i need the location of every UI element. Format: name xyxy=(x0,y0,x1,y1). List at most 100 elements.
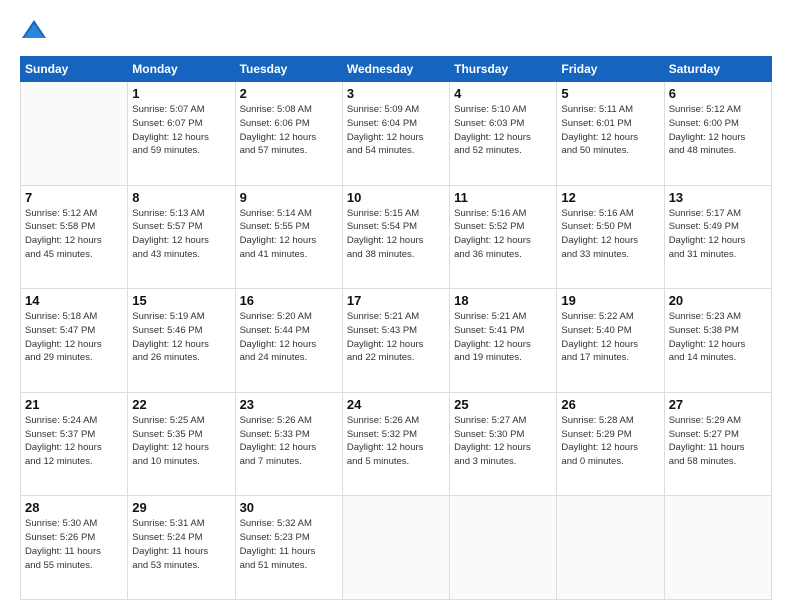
day-info: Sunrise: 5:21 AM Sunset: 5:43 PM Dayligh… xyxy=(347,310,445,365)
calendar-cell: 7 Sunrise: 5:12 AM Sunset: 5:58 PM Daylig… xyxy=(21,185,128,289)
calendar-cell: 13Sunrise: 5:17 AM Sunset: 5:49 PM Dayli… xyxy=(664,185,771,289)
calendar-cell xyxy=(664,496,771,600)
day-info: Sunrise: 5:07 AM Sunset: 6:07 PM Dayligh… xyxy=(132,103,230,158)
day-number: 19 xyxy=(561,293,659,308)
day-info: Sunrise: 5:16 AM Sunset: 5:50 PM Dayligh… xyxy=(561,207,659,262)
calendar-cell: 22Sunrise: 5:25 AM Sunset: 5:35 PM Dayli… xyxy=(128,392,235,496)
calendar-cell xyxy=(557,496,664,600)
day-number: 30 xyxy=(240,500,338,515)
calendar-cell: 4 Sunrise: 5:10 AM Sunset: 6:03 PM Daylig… xyxy=(450,82,557,186)
calendar-cell: 29 Sunrise: 5:31 AM Sunset: 5:24 PM Dayli… xyxy=(128,496,235,600)
day-number: 1 xyxy=(132,86,230,101)
day-number: 5 xyxy=(561,86,659,101)
page: SundayMondayTuesdayWednesdayThursdayFrid… xyxy=(0,0,792,612)
calendar-cell: 25 Sunrise: 5:27 AM Sunset: 5:30 PM Dayli… xyxy=(450,392,557,496)
day-number: 25 xyxy=(454,397,552,412)
day-number: 24 xyxy=(347,397,445,412)
day-info: Sunrise: 5:13 AM Sunset: 5:57 PM Dayligh… xyxy=(132,207,230,262)
day-number: 15 xyxy=(132,293,230,308)
day-info: Sunrise: 5:28 AM Sunset: 5:29 PM Dayligh… xyxy=(561,414,659,469)
logo xyxy=(20,18,52,46)
calendar-week-row: 28 Sunrise: 5:30 AM Sunset: 5:26 PM Dayli… xyxy=(21,496,772,600)
calendar-cell: 26 Sunrise: 5:28 AM Sunset: 5:29 PM Dayli… xyxy=(557,392,664,496)
calendar-cell: 14Sunrise: 5:18 AM Sunset: 5:47 PM Dayli… xyxy=(21,289,128,393)
calendar-cell: 16 Sunrise: 5:20 AM Sunset: 5:44 PM Dayli… xyxy=(235,289,342,393)
calendar-cell: 9 Sunrise: 5:14 AM Sunset: 5:55 PM Daylig… xyxy=(235,185,342,289)
calendar-cell: 11 Sunrise: 5:16 AM Sunset: 5:52 PM Dayli… xyxy=(450,185,557,289)
calendar-cell: 17 Sunrise: 5:21 AM Sunset: 5:43 PM Dayli… xyxy=(342,289,449,393)
day-number: 22 xyxy=(132,397,230,412)
calendar-header-row: SundayMondayTuesdayWednesdayThursdayFrid… xyxy=(21,57,772,82)
day-info: Sunrise: 5:12 AM Sunset: 5:58 PM Dayligh… xyxy=(25,207,123,262)
calendar-week-row: 1 Sunrise: 5:07 AM Sunset: 6:07 PM Daylig… xyxy=(21,82,772,186)
day-info: Sunrise: 5:10 AM Sunset: 6:03 PM Dayligh… xyxy=(454,103,552,158)
day-number: 23 xyxy=(240,397,338,412)
day-info: Sunrise: 5:22 AM Sunset: 5:40 PM Dayligh… xyxy=(561,310,659,365)
calendar-header-saturday: Saturday xyxy=(664,57,771,82)
calendar-cell: 15Sunrise: 5:19 AM Sunset: 5:46 PM Dayli… xyxy=(128,289,235,393)
calendar-cell: 18 Sunrise: 5:21 AM Sunset: 5:41 PM Dayli… xyxy=(450,289,557,393)
day-number: 6 xyxy=(669,86,767,101)
day-info: Sunrise: 5:18 AM Sunset: 5:47 PM Dayligh… xyxy=(25,310,123,365)
day-number: 7 xyxy=(25,190,123,205)
calendar-cell: 6 Sunrise: 5:12 AM Sunset: 6:00 PM Daylig… xyxy=(664,82,771,186)
calendar-cell: 2 Sunrise: 5:08 AM Sunset: 6:06 PM Daylig… xyxy=(235,82,342,186)
calendar-cell: 3Sunrise: 5:09 AM Sunset: 6:04 PM Daylig… xyxy=(342,82,449,186)
day-info: Sunrise: 5:20 AM Sunset: 5:44 PM Dayligh… xyxy=(240,310,338,365)
calendar-cell: 24Sunrise: 5:26 AM Sunset: 5:32 PM Dayli… xyxy=(342,392,449,496)
day-number: 11 xyxy=(454,190,552,205)
day-info: Sunrise: 5:09 AM Sunset: 6:04 PM Dayligh… xyxy=(347,103,445,158)
day-number: 8 xyxy=(132,190,230,205)
day-number: 18 xyxy=(454,293,552,308)
day-info: Sunrise: 5:08 AM Sunset: 6:06 PM Dayligh… xyxy=(240,103,338,158)
calendar-week-row: 21 Sunrise: 5:24 AM Sunset: 5:37 PM Dayli… xyxy=(21,392,772,496)
calendar-week-row: 14Sunrise: 5:18 AM Sunset: 5:47 PM Dayli… xyxy=(21,289,772,393)
calendar-cell: 27 Sunrise: 5:29 AM Sunset: 5:27 PM Dayli… xyxy=(664,392,771,496)
day-info: Sunrise: 5:11 AM Sunset: 6:01 PM Dayligh… xyxy=(561,103,659,158)
day-number: 16 xyxy=(240,293,338,308)
day-info: Sunrise: 5:30 AM Sunset: 5:26 PM Dayligh… xyxy=(25,517,123,572)
calendar-cell xyxy=(21,82,128,186)
calendar-cell: 5 Sunrise: 5:11 AM Sunset: 6:01 PM Daylig… xyxy=(557,82,664,186)
day-info: Sunrise: 5:12 AM Sunset: 6:00 PM Dayligh… xyxy=(669,103,767,158)
day-info: Sunrise: 5:24 AM Sunset: 5:37 PM Dayligh… xyxy=(25,414,123,469)
day-number: 13 xyxy=(669,190,767,205)
day-info: Sunrise: 5:27 AM Sunset: 5:30 PM Dayligh… xyxy=(454,414,552,469)
calendar-table: SundayMondayTuesdayWednesdayThursdayFrid… xyxy=(20,56,772,600)
day-info: Sunrise: 5:23 AM Sunset: 5:38 PM Dayligh… xyxy=(669,310,767,365)
day-info: Sunrise: 5:32 AM Sunset: 5:23 PM Dayligh… xyxy=(240,517,338,572)
logo-icon xyxy=(20,18,48,46)
calendar-cell xyxy=(450,496,557,600)
calendar-cell: 12 Sunrise: 5:16 AM Sunset: 5:50 PM Dayli… xyxy=(557,185,664,289)
calendar-cell xyxy=(342,496,449,600)
day-info: Sunrise: 5:31 AM Sunset: 5:24 PM Dayligh… xyxy=(132,517,230,572)
calendar-cell: 23Sunrise: 5:26 AM Sunset: 5:33 PM Dayli… xyxy=(235,392,342,496)
calendar-cell: 28 Sunrise: 5:30 AM Sunset: 5:26 PM Dayli… xyxy=(21,496,128,600)
calendar-header-sunday: Sunday xyxy=(21,57,128,82)
day-number: 21 xyxy=(25,397,123,412)
calendar-header-friday: Friday xyxy=(557,57,664,82)
day-info: Sunrise: 5:15 AM Sunset: 5:54 PM Dayligh… xyxy=(347,207,445,262)
day-number: 26 xyxy=(561,397,659,412)
day-number: 27 xyxy=(669,397,767,412)
day-number: 10 xyxy=(347,190,445,205)
day-number: 2 xyxy=(240,86,338,101)
day-number: 28 xyxy=(25,500,123,515)
calendar-header-wednesday: Wednesday xyxy=(342,57,449,82)
calendar-cell: 8 Sunrise: 5:13 AM Sunset: 5:57 PM Daylig… xyxy=(128,185,235,289)
header xyxy=(20,18,772,46)
calendar-cell: 30 Sunrise: 5:32 AM Sunset: 5:23 PM Dayli… xyxy=(235,496,342,600)
calendar-cell: 10 Sunrise: 5:15 AM Sunset: 5:54 PM Dayli… xyxy=(342,185,449,289)
day-info: Sunrise: 5:21 AM Sunset: 5:41 PM Dayligh… xyxy=(454,310,552,365)
day-info: Sunrise: 5:14 AM Sunset: 5:55 PM Dayligh… xyxy=(240,207,338,262)
day-number: 20 xyxy=(669,293,767,308)
calendar-cell: 21 Sunrise: 5:24 AM Sunset: 5:37 PM Dayli… xyxy=(21,392,128,496)
day-number: 12 xyxy=(561,190,659,205)
day-info: Sunrise: 5:16 AM Sunset: 5:52 PM Dayligh… xyxy=(454,207,552,262)
day-info: Sunrise: 5:29 AM Sunset: 5:27 PM Dayligh… xyxy=(669,414,767,469)
calendar-cell: 1 Sunrise: 5:07 AM Sunset: 6:07 PM Daylig… xyxy=(128,82,235,186)
day-number: 17 xyxy=(347,293,445,308)
day-number: 9 xyxy=(240,190,338,205)
day-number: 4 xyxy=(454,86,552,101)
day-number: 29 xyxy=(132,500,230,515)
